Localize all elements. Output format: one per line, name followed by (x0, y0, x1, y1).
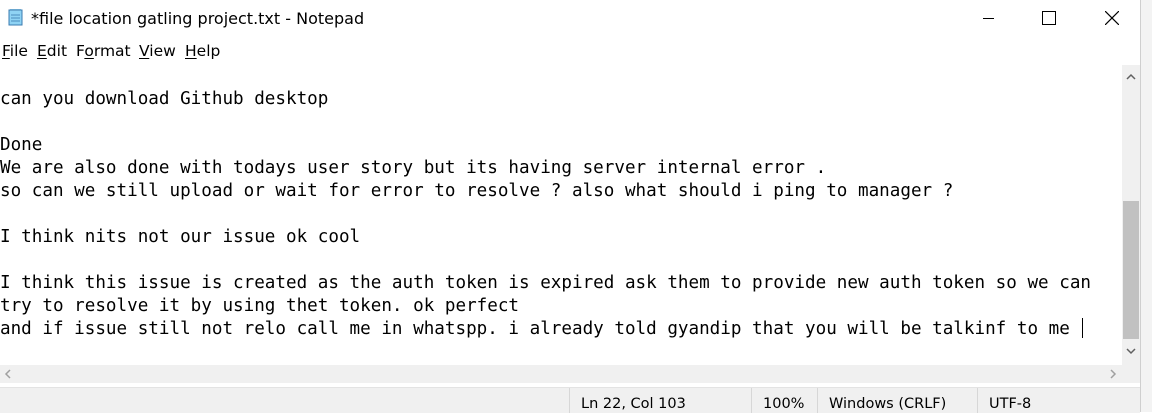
scroll-right-icon[interactable] (1110, 369, 1117, 379)
zoom-level: 100% (751, 388, 817, 413)
menu-help-label: elp (196, 42, 221, 60)
menu-help[interactable]: Help (185, 42, 220, 60)
minimize-icon (983, 18, 994, 19)
menu-format-label: rmat (93, 42, 131, 60)
editor-line: Done (0, 135, 43, 155)
cursor-position: Ln 22, Col 103 (569, 388, 751, 413)
notepad-window: *file location gatling project.txt - Not… (0, 0, 1140, 413)
maximize-button[interactable] (1026, 0, 1072, 36)
editor-line: I think this issue is created as the aut… (0, 273, 1092, 293)
close-icon (1105, 11, 1119, 25)
menu-edit-label: dit (46, 42, 68, 60)
scroll-down-icon[interactable] (1126, 348, 1136, 355)
text-editor[interactable]: can you download Github desktop Done We … (0, 65, 1122, 365)
editor-line-text: and if issue still not relo call me in w… (0, 319, 1081, 339)
minimize-button[interactable] (966, 0, 1012, 36)
horizontal-scrollbar[interactable] (0, 365, 1122, 383)
editor-line: We are also done with todays user story … (0, 158, 827, 178)
menu-edit-accel: E (37, 42, 47, 60)
status-bar: Ln 22, Col 103 100% Windows (CRLF) UTF-8 (0, 387, 1140, 413)
vertical-scrollbar[interactable] (1122, 65, 1140, 365)
editor-line: can you download Github desktop (0, 89, 329, 109)
menu-help-accel: H (185, 42, 197, 60)
maximize-icon (1042, 11, 1056, 25)
editor-line-last: and if issue still not relo call me in w… (0, 318, 1084, 341)
menu-file-accel: F (2, 42, 10, 60)
scrollbar-corner (1122, 365, 1140, 383)
menu-file[interactable]: File (2, 42, 28, 60)
editor-line: so can we still upload or wait for error… (0, 181, 954, 201)
editor-line: try to resolve it by using thet token. o… (0, 296, 520, 316)
notepad-icon (8, 9, 23, 26)
background-window-edge (1140, 0, 1152, 412)
menu-bar: File Edit Format View Help (0, 39, 1140, 65)
menu-view[interactable]: View (139, 42, 176, 60)
menu-view-label: iew (149, 42, 176, 60)
text-caret (1082, 318, 1084, 338)
menu-format[interactable]: Format (76, 42, 131, 60)
window-title: *file location gatling project.txt - Not… (31, 9, 365, 28)
menu-view-accel: V (139, 42, 150, 60)
menu-format-accel: o (84, 42, 94, 60)
vertical-scroll-thumb[interactable] (1123, 201, 1139, 339)
line-ending: Windows (CRLF) (817, 388, 977, 413)
editor-line: I think nits not our issue ok cool (0, 227, 361, 247)
scroll-up-icon[interactable] (1126, 73, 1136, 80)
menu-edit[interactable]: Edit (37, 42, 67, 60)
title-bar[interactable]: *file location gatling project.txt - Not… (0, 0, 1140, 36)
close-button[interactable] (1089, 0, 1135, 36)
scroll-left-icon[interactable] (4, 369, 11, 379)
menu-file-label: ile (9, 42, 28, 60)
encoding: UTF-8 (977, 388, 1140, 413)
